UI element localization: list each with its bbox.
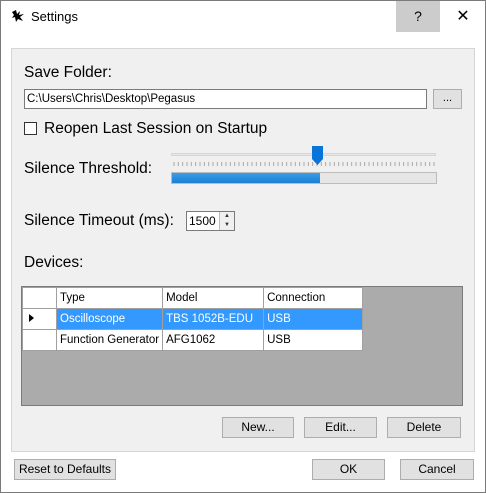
reset-defaults-button[interactable]: Reset to Defaults [14, 459, 116, 480]
new-device-button[interactable]: New... [222, 417, 294, 438]
silence-threshold-slider[interactable] [171, 146, 437, 174]
delete-device-button[interactable]: Delete [387, 417, 461, 438]
device-type-cell[interactable]: Oscilloscope [55, 308, 164, 330]
devices-grid[interactable]: Type Model Connection Oscilloscope TBS 1… [21, 286, 463, 406]
row-header[interactable] [22, 308, 57, 330]
reopen-session-checkbox[interactable] [24, 122, 37, 135]
edit-device-button[interactable]: Edit... [304, 417, 377, 438]
cancel-button[interactable]: Cancel [400, 459, 474, 480]
settings-window: Settings ? ✕ Save Folder: C:\Users\Chris… [0, 0, 486, 493]
spin-down-icon[interactable]: ▼ [219, 221, 234, 230]
silence-timeout-spinner[interactable]: 1500 ▲ ▼ [186, 211, 235, 231]
close-button[interactable]: ✕ [441, 1, 485, 32]
device-connection-cell[interactable]: USB [263, 308, 364, 330]
help-button[interactable]: ? [396, 1, 440, 32]
device-type-cell[interactable]: Function Generator [55, 329, 164, 351]
silence-level-meter [171, 172, 437, 184]
silence-timeout-value[interactable]: 1500 [189, 214, 216, 228]
grid-corner-header [22, 287, 57, 309]
device-connection-cell[interactable]: USB [263, 329, 364, 351]
ok-button[interactable]: OK [312, 459, 385, 480]
column-header-type[interactable]: Type [55, 287, 164, 309]
save-folder-label: Save Folder: [24, 64, 112, 81]
title-bar: Settings ? ✕ [1, 1, 485, 32]
column-header-model[interactable]: Model [162, 287, 265, 309]
devices-label: Devices: [24, 254, 84, 271]
table-row[interactable]: Oscilloscope TBS 1052B-EDU USB [22, 308, 364, 330]
reopen-session-label: Reopen Last Session on Startup [44, 120, 268, 137]
silence-level-fill [172, 173, 320, 183]
browse-folder-button[interactable]: ... [433, 89, 462, 109]
column-header-connection[interactable]: Connection [263, 287, 364, 309]
table-row[interactable]: Function Generator AFG1062 USB [22, 329, 364, 351]
device-model-cell[interactable]: TBS 1052B-EDU [162, 308, 265, 330]
slider-thumb[interactable] [311, 146, 323, 165]
current-row-arrow-icon [29, 314, 34, 322]
save-folder-path-input[interactable]: C:\Users\Chris\Desktop\Pegasus [24, 89, 427, 109]
app-logo-icon [12, 10, 24, 22]
row-header[interactable] [22, 329, 57, 351]
silence-timeout-label: Silence Timeout (ms): [24, 212, 174, 229]
silence-threshold-label: Silence Threshold: [24, 160, 153, 177]
slider-groove [171, 153, 436, 156]
slider-ticks [173, 162, 435, 166]
device-model-cell[interactable]: AFG1062 [162, 329, 265, 351]
window-title: Settings [31, 9, 78, 24]
